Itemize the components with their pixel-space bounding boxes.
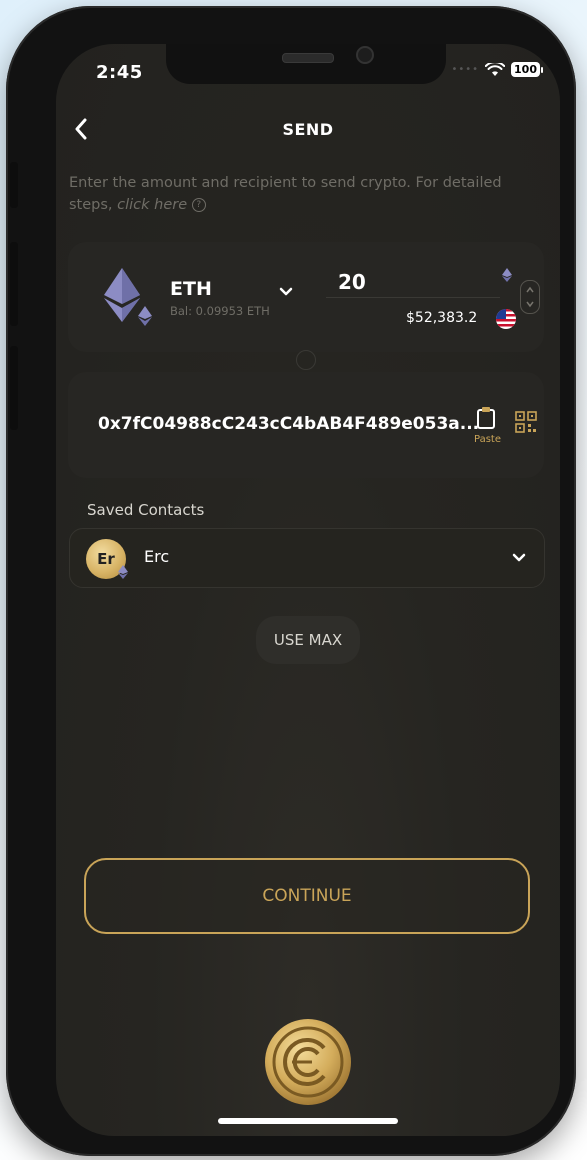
chevron-down-small-icon[interactable] <box>525 297 535 311</box>
amount-input[interactable] <box>326 266 500 298</box>
speaker <box>282 53 334 63</box>
app-screen: 2:45 •••• 100 SEND Enter the amount and … <box>56 44 560 1136</box>
amount-card: ETH Bal: 0.09953 ETH $52,383.2 <box>68 242 544 352</box>
phone-frame: 2:45 •••• 100 SEND Enter the amount and … <box>6 6 576 1156</box>
notch <box>166 44 446 84</box>
chevron-down-icon[interactable] <box>278 284 294 300</box>
coin-balance: Bal: 0.09953 ETH <box>170 304 270 318</box>
volume-up-button <box>10 242 18 326</box>
chevron-down-icon[interactable] <box>510 549 528 567</box>
help-icon[interactable]: ? <box>191 198 206 212</box>
paste-label[interactable]: Paste <box>474 434 501 445</box>
mute-switch <box>10 162 18 208</box>
wifi-icon <box>485 62 506 76</box>
instructions-text: Enter the amount and recipient to send c… <box>69 172 539 216</box>
eth-unit-icon <box>502 268 512 282</box>
use-max-button[interactable]: USE MAX <box>256 616 360 664</box>
saved-contact-select[interactable]: Er Erc <box>69 528 545 588</box>
signal-icon: •••• <box>451 64 480 75</box>
eth-network-icon <box>138 306 152 326</box>
volume-down-button <box>10 346 18 430</box>
continue-button[interactable]: CONTINUE <box>84 858 530 934</box>
camera <box>356 46 374 64</box>
recipient-card: 0x7fC04988cC243cC4bAB4F489e053a... Paste <box>68 372 544 478</box>
eth-logo-icon <box>104 268 140 322</box>
status-time: 2:45 <box>96 62 143 83</box>
fiat-value: $52,383.2 <box>406 310 478 326</box>
amount-stepper[interactable] <box>520 280 540 314</box>
battery-icon: 100 <box>511 62 543 77</box>
saved-contacts-label: Saved Contacts <box>87 501 205 519</box>
qr-scan-icon[interactable] <box>514 410 538 434</box>
status-icons: •••• 100 <box>451 62 543 77</box>
help-link[interactable]: click here <box>117 197 187 213</box>
home-indicator <box>218 1118 398 1124</box>
brand-logo-icon[interactable] <box>264 1018 352 1106</box>
eth-badge-icon <box>118 565 128 579</box>
page-title: SEND <box>282 120 334 139</box>
swap-divider-icon <box>296 350 316 370</box>
chevron-up-icon[interactable] <box>525 283 535 297</box>
contact-name: Erc <box>144 547 170 566</box>
coin-name[interactable]: ETH <box>170 278 212 300</box>
us-flag-icon[interactable] <box>496 309 516 329</box>
recipient-address[interactable]: 0x7fC04988cC243cC4bAB4F489e053a... <box>98 414 479 434</box>
avatar-initials: Er <box>97 550 115 568</box>
